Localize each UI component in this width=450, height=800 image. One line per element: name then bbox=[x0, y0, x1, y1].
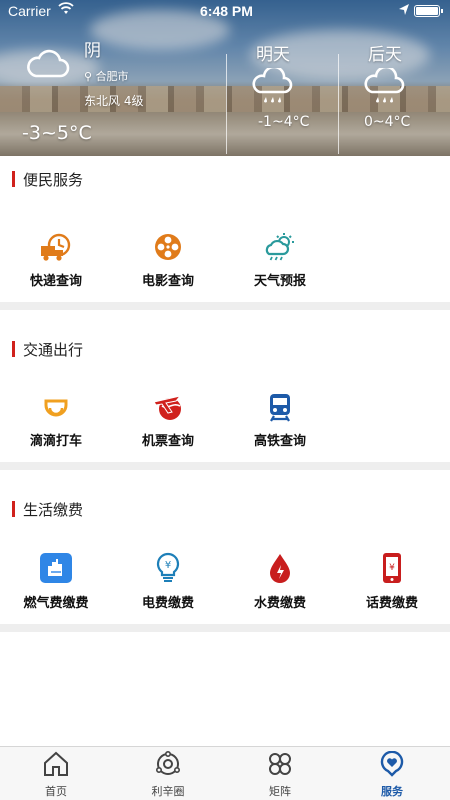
service-label: 机票查询 bbox=[141, 434, 194, 449]
section-gap bbox=[0, 624, 450, 632]
service-weather-forecast[interactable]: 天气预报 bbox=[224, 232, 336, 289]
section-accent-bar bbox=[12, 501, 15, 517]
section-header: 便民服务 bbox=[12, 170, 84, 189]
service-label: 天气预报 bbox=[253, 274, 306, 289]
service-label: 电费缴费 bbox=[141, 596, 194, 611]
service-heart-icon bbox=[380, 750, 404, 777]
service-water-bill[interactable]: 水费缴费 bbox=[224, 552, 336, 611]
wifi-icon bbox=[58, 2, 74, 14]
service-label: 水费缴费 bbox=[253, 596, 306, 611]
service-label: 快递查询 bbox=[29, 274, 82, 289]
service-gas-bill[interactable]: 燃气费缴费 bbox=[0, 552, 112, 611]
tab-service[interactable]: 服务 bbox=[336, 750, 448, 799]
today-city[interactable]: ⚲ 合肥市 bbox=[84, 68, 129, 84]
today-temperature: -3~5°C bbox=[22, 122, 92, 144]
tab-label: 首页 bbox=[45, 785, 67, 798]
forecast-tomorrow-temperature: -1~4°C bbox=[258, 114, 310, 130]
water-drop-icon bbox=[270, 554, 290, 583]
rain-cloud-icon bbox=[252, 68, 293, 103]
forecast-tomorrow-label: 明天 bbox=[256, 45, 290, 65]
matrix-grid-icon bbox=[269, 753, 291, 775]
svg-text:¥: ¥ bbox=[389, 563, 395, 573]
gas-bill-icon bbox=[40, 553, 72, 583]
divider bbox=[226, 54, 227, 154]
section-title: 生活缴费 bbox=[23, 500, 84, 519]
location-pin-icon: ⚲ bbox=[84, 70, 93, 83]
battery-icon bbox=[414, 5, 443, 17]
service-label: 话费缴费 bbox=[365, 596, 418, 611]
divider bbox=[338, 54, 339, 154]
tab-label: 服务 bbox=[381, 785, 403, 798]
section-transport: 交通出行 滴滴打车 机票查询 高铁查询 bbox=[0, 310, 450, 462]
airplane-globe-icon bbox=[153, 395, 182, 420]
circle-community-icon bbox=[155, 750, 180, 775]
service-electricity-bill[interactable]: ¥ 电费缴费 bbox=[112, 552, 224, 611]
delivery-truck-icon bbox=[41, 233, 71, 261]
train-icon bbox=[270, 394, 290, 422]
section-accent-bar bbox=[12, 171, 15, 187]
service-label: 燃气费缴费 bbox=[23, 596, 89, 611]
weather-header: Carrier 6:48 PM 阴 ⚲ 合肥市 东北风 4级 -3~5°C 明天… bbox=[0, 0, 450, 156]
service-movie-query[interactable]: 电影查询 bbox=[112, 232, 224, 289]
svg-text:¥: ¥ bbox=[165, 560, 171, 571]
today-city-label: 合肥市 bbox=[95, 70, 129, 83]
forecast-dayafter-temperature: 0~4°C bbox=[364, 114, 411, 130]
service-label: 高铁查询 bbox=[253, 434, 306, 449]
didi-icon bbox=[44, 399, 68, 417]
section-title: 交通出行 bbox=[23, 340, 84, 359]
weather-icon bbox=[265, 233, 294, 261]
tab-matrix[interactable]: 矩阵 bbox=[224, 751, 336, 799]
rain-cloud-icon bbox=[364, 68, 405, 103]
section-accent-bar bbox=[12, 341, 15, 357]
cloud-icon bbox=[27, 49, 70, 78]
service-highspeed-rail-query[interactable]: 高铁查询 bbox=[224, 392, 336, 449]
status-time: 6:48 PM bbox=[200, 3, 253, 19]
carrier-label: Carrier bbox=[8, 3, 51, 19]
service-label: 滴滴打车 bbox=[29, 434, 82, 449]
section-gap bbox=[0, 462, 450, 470]
service-flight-query[interactable]: 机票查询 bbox=[112, 392, 224, 449]
electricity-bulb-icon: ¥ bbox=[156, 552, 180, 582]
forecast-dayafter-label: 后天 bbox=[368, 45, 402, 65]
home-icon bbox=[44, 751, 68, 776]
today-wind: 东北风 4级 bbox=[84, 94, 144, 108]
film-reel-icon bbox=[155, 234, 181, 260]
today-condition: 阴 bbox=[84, 41, 101, 61]
section-convenience: 便民服务 快递查询 电影查询 天气预报 bbox=[0, 156, 450, 302]
bottom-tab-bar: 首页 利辛圈 矩阵 服务 bbox=[0, 746, 450, 800]
phone-bill-icon: ¥ bbox=[383, 553, 401, 583]
service-didi-taxi[interactable]: 滴滴打车 bbox=[0, 392, 112, 449]
tab-lixin-circle[interactable]: 利辛圈 bbox=[112, 750, 224, 799]
section-header: 生活缴费 bbox=[12, 500, 84, 519]
section-title: 便民服务 bbox=[23, 170, 84, 189]
service-express-query[interactable]: 快递查询 bbox=[0, 232, 112, 289]
tab-label: 矩阵 bbox=[269, 785, 291, 798]
service-phone-bill[interactable]: ¥ 话费缴费 bbox=[336, 552, 448, 611]
tab-home[interactable]: 首页 bbox=[0, 751, 112, 799]
section-gap bbox=[0, 302, 450, 310]
section-header: 交通出行 bbox=[12, 340, 84, 359]
section-life-payment: 生活缴费 燃气费缴费 ¥ 电费缴费 水费缴费 ¥ 话费缴费 bbox=[0, 470, 450, 624]
status-bar: Carrier 6:48 PM bbox=[0, 0, 450, 22]
location-arrow-icon bbox=[399, 4, 409, 15]
service-label: 电影查询 bbox=[141, 274, 194, 289]
tab-label: 利辛圈 bbox=[151, 785, 185, 798]
